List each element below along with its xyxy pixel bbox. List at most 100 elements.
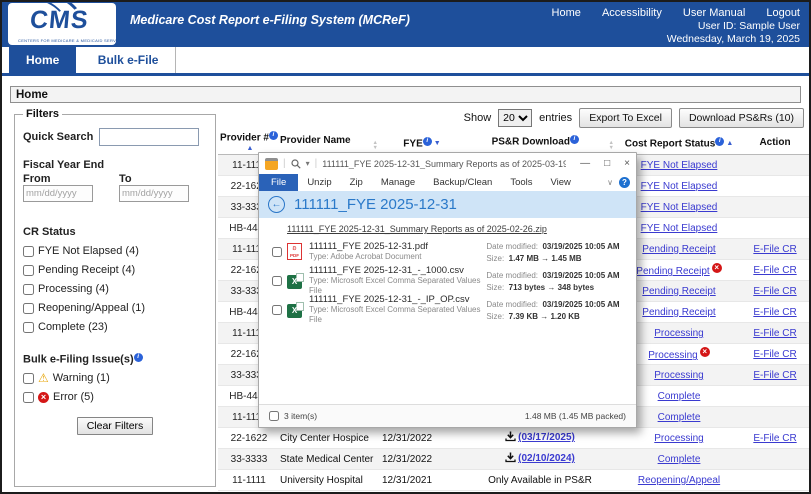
winzip-breadcrumb-bar: ← 111111_FYE 2025-12-31	[259, 191, 636, 218]
efile-cr-link[interactable]: E-File CR	[753, 433, 796, 444]
status-link[interactable]: Processing	[654, 328, 703, 339]
download-icon	[505, 431, 516, 445]
status-link[interactable]: Pending Receipt	[642, 286, 715, 297]
menu-file[interactable]: File	[259, 174, 299, 191]
filter-option-label: Warning (1)	[52, 372, 110, 385]
menu-tools[interactable]: Tools	[501, 174, 541, 191]
download-psrs-button[interactable]: Download PS&Rs (10)	[678, 108, 804, 128]
winzip-file-row[interactable]: 111111_FYE 2025-12-31.pdf Type: Adobe Ac…	[259, 237, 636, 266]
fye-to-input[interactable]	[119, 185, 189, 202]
psr-date-link[interactable]: (02/10/2024)	[518, 453, 575, 464]
filter-option-label: FYE Not Elapsed (4)	[38, 245, 139, 257]
table-row: 22-1622 City Center Hospice 12/31/2022 (…	[218, 427, 809, 450]
status-link[interactable]: Complete	[658, 391, 701, 402]
winzip-file-row[interactable]: 111111_FYE 2025-12-31_-_1000.csv Type: M…	[259, 265, 636, 295]
help-icon[interactable]: ?	[619, 177, 630, 188]
zip-file-link[interactable]: 111111_FYE 2025-12-31_Summary Reports as…	[287, 224, 547, 234]
size-label: Size:	[486, 311, 505, 321]
info-icon: i	[133, 353, 143, 362]
tab-bar: Home Bulk e-File	[2, 47, 809, 76]
file-checkbox[interactable]	[272, 275, 282, 286]
efile-cr-link[interactable]: E-File CR	[753, 244, 796, 255]
quick-search-input[interactable]	[99, 128, 200, 146]
cms-logo-text: CMS	[28, 6, 90, 34]
warning-checkbox[interactable]	[23, 372, 34, 384]
status-link[interactable]: FYE Not Elapsed	[641, 223, 718, 234]
menu-unzip[interactable]: Unzip	[298, 174, 340, 191]
status-link[interactable]: Complete	[658, 454, 701, 465]
efile-cr-link[interactable]: E-File CR	[753, 370, 796, 381]
filter-fye-not-elapsed[interactable]: FYE Not Elapsed (4)	[23, 245, 207, 257]
nav-home-link[interactable]: Home	[552, 7, 581, 19]
nav-logout-link[interactable]: Logout	[766, 7, 800, 19]
search-icon[interactable]	[291, 158, 301, 169]
filter-option-label: Pending Receipt (4)	[38, 264, 136, 276]
status-link[interactable]: FYE Not Elapsed	[641, 181, 718, 192]
date-modified-value: 03/19/2025 10:05 AM	[542, 270, 620, 280]
reopening-appeal-checkbox[interactable]	[23, 302, 34, 314]
winzip-file-row[interactable]: 111111_FYE 2025-12-31_-_IP_OP.csv Type: …	[259, 294, 636, 324]
filter-pending-receipt[interactable]: Pending Receipt (4)	[23, 264, 207, 276]
provider-name-cell: City Center Hospice	[280, 427, 382, 450]
chevron-down-icon[interactable]: ▾	[306, 159, 310, 168]
status-link[interactable]: Processing	[654, 433, 703, 444]
maximize-icon[interactable]: □	[604, 158, 610, 169]
winzip-titlebar[interactable]: | ▾ | 111111_FYE 2025-12-31_Summary Repo…	[259, 153, 636, 174]
menu-zip[interactable]: Zip	[341, 174, 372, 191]
action-cell	[740, 154, 809, 177]
efile-cr-link[interactable]: E-File CR	[753, 349, 796, 360]
status-link[interactable]: Pending Receipt	[636, 266, 709, 277]
fye-not-elapsed-checkbox[interactable]	[23, 245, 34, 257]
menu-view[interactable]: View	[542, 174, 580, 191]
select-all-checkbox[interactable]	[269, 411, 279, 421]
pending-receipt-checkbox[interactable]	[23, 264, 34, 276]
menu-manage[interactable]: Manage	[372, 174, 424, 191]
psr-date-link[interactable]: (03/17/2025)	[518, 432, 575, 443]
filter-processing[interactable]: Processing (4)	[23, 283, 207, 295]
complete-checkbox[interactable]	[23, 321, 34, 333]
back-arrow-icon[interactable]: ←	[268, 196, 285, 213]
file-checkbox[interactable]	[272, 304, 282, 315]
efile-cr-link[interactable]: E-File CR	[753, 307, 796, 318]
action-cell	[740, 385, 809, 408]
fye-from-input[interactable]	[23, 185, 93, 202]
status-link[interactable]: Processing	[648, 350, 697, 361]
status-link[interactable]: FYE Not Elapsed	[641, 160, 718, 171]
efile-cr-link[interactable]: E-File CR	[753, 265, 796, 276]
tab-bulk-efile[interactable]: Bulk e-File	[81, 47, 177, 73]
menu-backup-clean[interactable]: Backup/Clean	[424, 174, 501, 191]
status-link[interactable]: FYE Not Elapsed	[641, 202, 718, 213]
size-value: 713 bytes → 348 bytes	[508, 282, 595, 292]
filter-complete[interactable]: Complete (23)	[23, 321, 207, 333]
minimize-icon[interactable]: —	[580, 158, 590, 169]
filter-warning[interactable]: ⚠ Warning (1)	[23, 372, 207, 384]
status-link[interactable]: Processing	[654, 370, 703, 381]
efile-cr-link[interactable]: E-File CR	[753, 328, 796, 339]
winzip-file-list: 111111_FYE 2025-12-31.pdf Type: Adobe Ac…	[259, 237, 636, 324]
status-link[interactable]: Pending Receipt	[642, 244, 715, 255]
file-checkbox[interactable]	[272, 246, 282, 257]
action-cell: E-File CR	[740, 427, 809, 450]
status-link[interactable]: Complete	[658, 412, 701, 423]
nav-user-manual-link[interactable]: User Manual	[683, 7, 745, 19]
date-modified-value: 03/19/2025 10:05 AM	[542, 299, 620, 309]
processing-checkbox[interactable]	[23, 283, 34, 295]
status-link[interactable]: Reopening/Appeal	[638, 475, 720, 486]
action-cell	[740, 175, 809, 198]
provider-name-cell: University Hospital	[280, 469, 382, 492]
error-checkbox[interactable]	[23, 391, 34, 403]
clear-filters-button[interactable]: Clear Filters	[76, 417, 154, 436]
tab-home[interactable]: Home	[9, 47, 77, 73]
export-to-excel-button[interactable]: Export To Excel	[579, 108, 672, 128]
chevron-down-icon[interactable]: ∨	[607, 178, 613, 187]
efile-cr-link[interactable]: E-File CR	[753, 286, 796, 297]
nav-accessibility-link[interactable]: Accessibility	[602, 7, 662, 19]
fye-cell: 12/31/2022	[382, 448, 462, 471]
filter-error[interactable]: × Error (5)	[23, 391, 207, 403]
close-icon[interactable]: ×	[624, 158, 630, 169]
action-cell: E-File CR	[740, 280, 809, 303]
filter-reopening-appeal[interactable]: Reopening/Appeal (1)	[23, 302, 207, 314]
status-link[interactable]: Pending Receipt	[642, 307, 715, 318]
header-nav: Home Accessibility User Manual Logout Us…	[534, 7, 800, 46]
entries-select[interactable]: 20	[498, 109, 533, 127]
